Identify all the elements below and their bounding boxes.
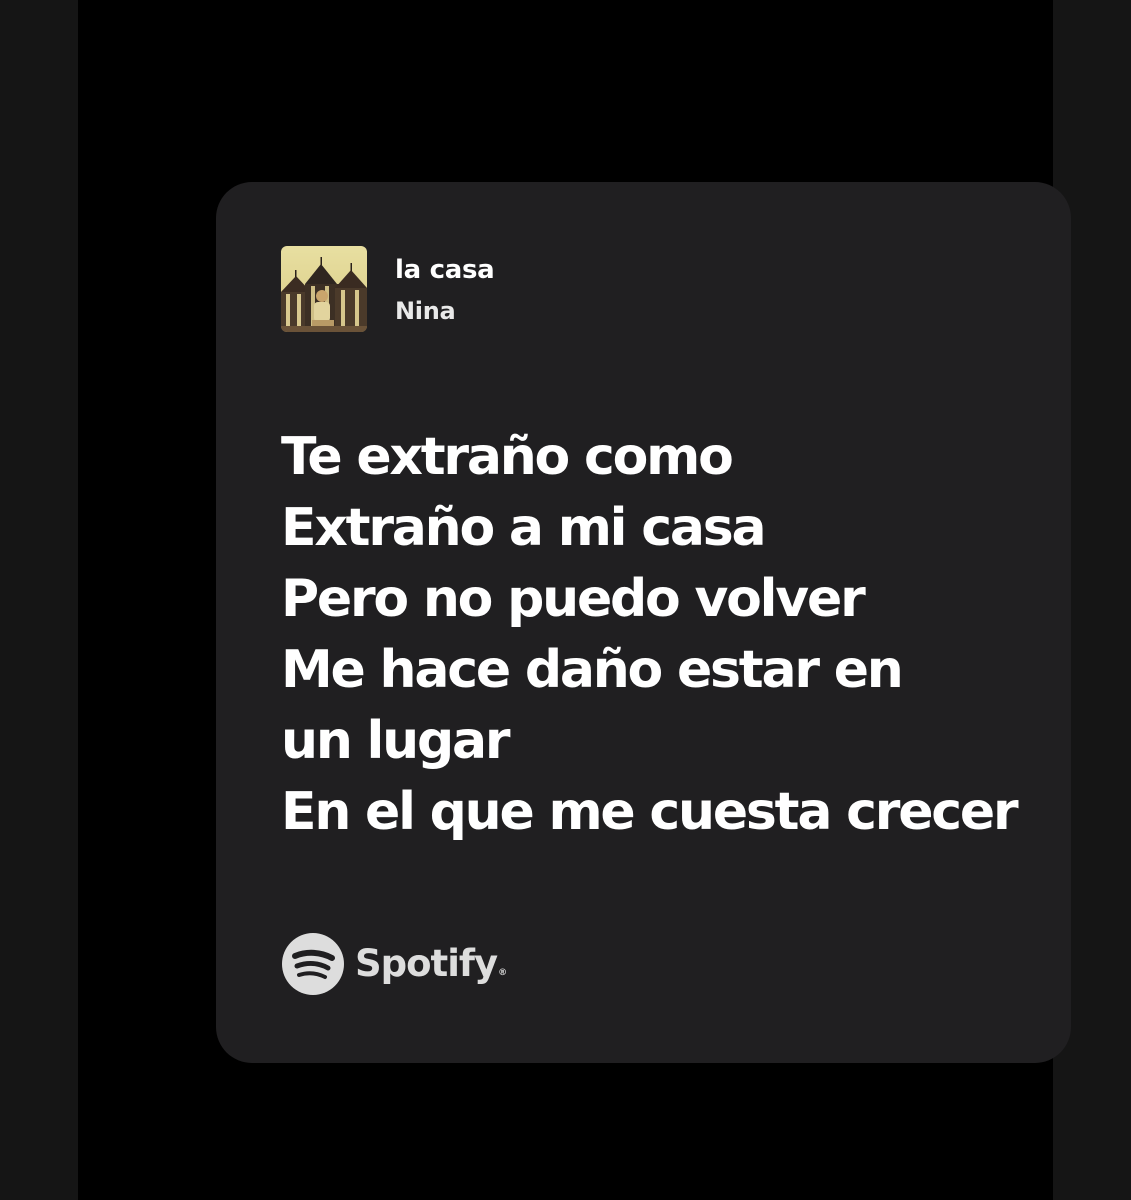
- lyric-line: Extraño a mi casa: [281, 498, 767, 558]
- lyric-line: Te extraño como: [281, 427, 734, 487]
- spotify-brand: Spotify®: [281, 932, 507, 996]
- track-artist: Nina: [395, 297, 456, 325]
- lyrics-block: Te extraño como Extraño a mi casa Pero n…: [281, 422, 1021, 848]
- page-background: la casa Nina Te extraño como Extraño a m…: [78, 0, 1071, 1200]
- lyric-line: un lugar: [281, 711, 511, 771]
- lyric-line: En el que me cuesta crecer: [281, 782, 1019, 842]
- track-title: la casa: [395, 255, 495, 285]
- lyrics-card: la casa Nina Te extraño como Extraño a m…: [216, 182, 1071, 1063]
- lyric-line: Me hace daño estar en: [281, 640, 904, 700]
- lyric-line: Pero no puedo volver: [281, 569, 866, 629]
- album-cover-image: [281, 246, 367, 332]
- spotify-logo-icon: [281, 932, 345, 996]
- track-meta: la casa Nina: [395, 252, 495, 328]
- brand-name: Spotify: [355, 942, 498, 985]
- track-info: la casa Nina: [281, 246, 495, 332]
- spotify-wordmark: Spotify®: [355, 942, 507, 985]
- registered-mark: ®: [498, 968, 507, 978]
